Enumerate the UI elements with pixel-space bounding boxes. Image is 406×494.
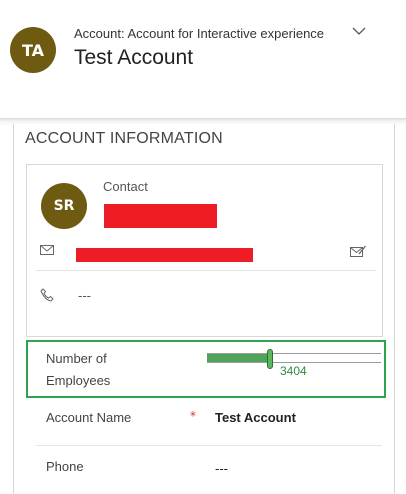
form-selector-label[interactable]: Account: Account for Interactive experie… — [74, 26, 324, 41]
employees-slider-thumb[interactable] — [267, 349, 273, 369]
phone-icon — [40, 288, 54, 302]
employees-slider-fill[interactable] — [207, 354, 270, 362]
contact-phone: --- — [78, 288, 91, 303]
section-title: ACCOUNT INFORMATION — [25, 130, 223, 147]
record-avatar-initials: TA — [21, 40, 45, 60]
slider-track-bottom — [207, 362, 381, 363]
account-name-value[interactable]: Test Account — [215, 410, 296, 425]
account-name-label: Account Name — [46, 410, 132, 425]
redacted-contact-email[interactable] — [76, 248, 253, 262]
contact-avatar-initials: SR — [53, 198, 75, 214]
contact-avatar[interactable]: SR — [41, 183, 87, 229]
chevron-down-icon[interactable] — [352, 26, 366, 36]
contact-label: Contact — [103, 179, 148, 194]
compose-email-icon[interactable] — [350, 245, 366, 258]
record-avatar: TA — [10, 27, 56, 73]
record-title: Test Account — [74, 46, 194, 69]
required-indicator: * — [190, 409, 196, 423]
card-divider — [36, 270, 376, 271]
record-header: TA Account: Account for Interactive expe… — [0, 0, 406, 118]
phone-value[interactable]: --- — [215, 461, 228, 476]
redacted-contact-name[interactable] — [104, 204, 217, 228]
employees-label: Number of Employees — [46, 351, 111, 388]
phone-label: Phone — [46, 459, 84, 474]
employees-value: 3404 — [280, 364, 307, 378]
mail-icon — [40, 245, 54, 255]
field-divider — [36, 445, 382, 446]
